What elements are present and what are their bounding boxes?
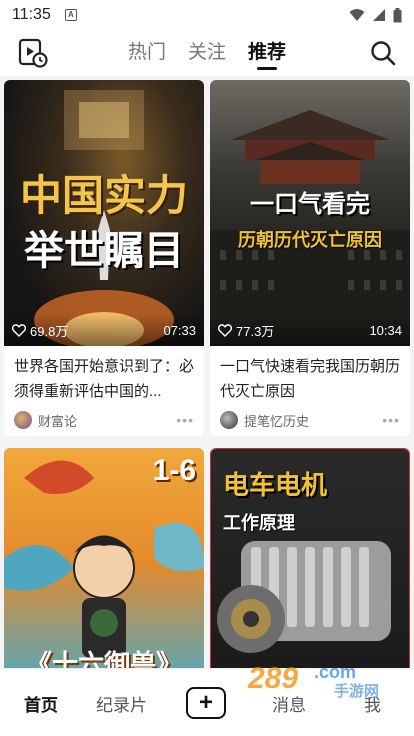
author-row: 财富论 ••• — [4, 404, 204, 436]
feed-tabs: 热门 关注 推荐 — [128, 30, 286, 76]
like-count: 77.3万 — [236, 323, 275, 339]
signal-icon — [373, 9, 385, 21]
status-bar: 11:35 A — [0, 0, 414, 30]
status-time: 11:35 — [12, 6, 51, 23]
bottom-nav: 首页 纪录片 + 消息 我 — [0, 668, 414, 736]
avatar[interactable] — [220, 411, 238, 429]
search-icon[interactable] — [370, 40, 396, 66]
avatar[interactable] — [14, 411, 32, 429]
wifi-icon — [349, 9, 365, 21]
video-duration: 07:33 — [163, 322, 196, 338]
heart-icon — [12, 323, 26, 337]
video-thumbnail[interactable]: 电车电机 工作原理 — [211, 449, 409, 677]
more-options-icon[interactable]: ••• — [382, 412, 400, 428]
tab-hot[interactable]: 热门 — [128, 30, 166, 76]
video-title[interactable]: 一口气快速看完我国历朝历代灭亡原因 — [210, 346, 410, 404]
tab-recommended[interactable]: 推荐 — [248, 30, 286, 76]
nav-messages[interactable]: 消息 — [272, 691, 306, 716]
video-meta: 77.3万 10:34 — [210, 314, 410, 346]
cover-headline: 电车电机 — [223, 470, 328, 500]
cover-episode: 1-6 — [152, 454, 196, 487]
like-count: 69.8万 — [30, 323, 69, 339]
video-thumbnail[interactable]: 一口气看完 历朝历代灭亡原因 77.3万 10:34 — [210, 80, 410, 346]
status-icons — [349, 7, 402, 23]
cover-subheadline: 历朝历代灭亡原因 — [238, 230, 382, 250]
author-name[interactable]: 财富论 — [38, 411, 77, 430]
heart-icon — [218, 323, 232, 337]
likes: 77.3万 — [218, 321, 274, 340]
author-row: 提笔忆历史 ••• — [210, 404, 410, 436]
video-duration: 10:34 — [369, 322, 402, 338]
video-title[interactable]: 世界各国开始意识到了：必须得重新评估中国的... — [4, 346, 204, 404]
video-card[interactable]: 1-6 《十六御兽》 — [4, 448, 204, 678]
app-screen: 11:35 A 热门 关注 推荐 中国实力 举世瞩目 69.8万 07:33 世… — [0, 0, 414, 736]
video-meta: 69.8万 07:33 — [4, 314, 204, 346]
cover-headline: 一口气看完 — [250, 191, 370, 218]
nav-home[interactable]: 首页 — [24, 691, 58, 716]
battery-icon — [393, 7, 402, 22]
video-card[interactable]: 中国实力 举世瞩目 69.8万 07:33 世界各国开始意识到了：必须得重新评估… — [4, 80, 204, 436]
watch-history-icon[interactable] — [18, 38, 48, 68]
video-thumbnail[interactable]: 中国实力 举世瞩目 69.8万 07:33 — [4, 80, 204, 346]
cover-subheadline: 举世瞩目 — [24, 229, 184, 273]
top-bar: 热门 关注 推荐 — [0, 30, 414, 76]
cover-subheadline: 工作原理 — [223, 513, 295, 533]
tab-following[interactable]: 关注 — [188, 30, 226, 76]
video-card[interactable]: 电车电机 工作原理 — [210, 448, 410, 678]
author-name[interactable]: 提笔忆历史 — [244, 411, 309, 430]
video-card[interactable]: 一口气看完 历朝历代灭亡原因 77.3万 10:34 一口气快速看完我国历朝历代… — [210, 80, 410, 436]
create-plus-button[interactable]: + — [186, 687, 226, 719]
nav-me[interactable]: 我 — [364, 691, 381, 716]
cover-headline: 中国实力 — [19, 172, 188, 219]
video-thumbnail[interactable]: 1-6 《十六御兽》 — [4, 448, 204, 678]
nav-documentary[interactable]: 纪录片 — [96, 691, 147, 716]
likes: 69.8万 — [12, 321, 68, 340]
more-options-icon[interactable]: ••• — [176, 412, 194, 428]
notification-icon: A — [64, 9, 77, 21]
